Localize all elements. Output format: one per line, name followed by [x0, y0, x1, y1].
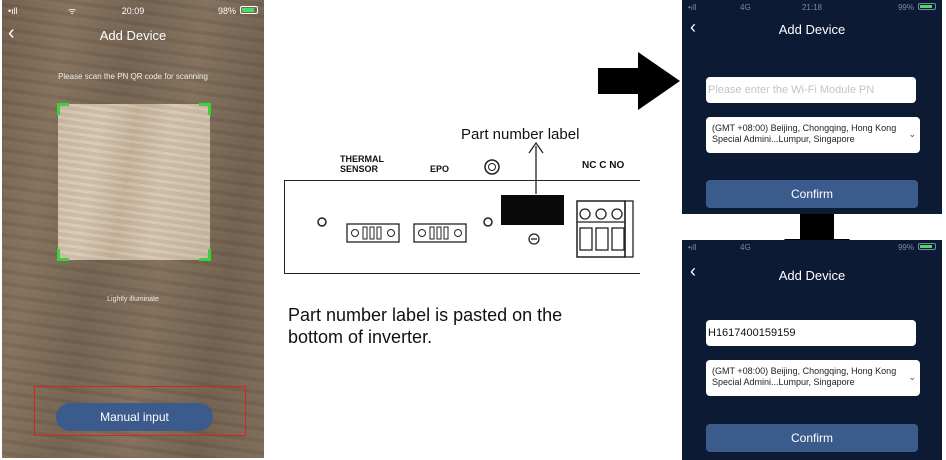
add-device-screen-empty: •ıll 4G 21:18 99% ‹ Add Device Please en…	[682, 0, 942, 214]
instruction-figure: •ıll ᯤ 20:09 98% ‹ Add Device Please sca…	[0, 0, 946, 460]
screw-hole-icon	[317, 217, 327, 227]
module-pn-input[interactable]: Please enter the Wi-Fi Module PN	[706, 77, 916, 103]
thermal-sensor-connector-icon	[346, 223, 400, 243]
diagram-caption: Part number label is pasted on the botto…	[288, 305, 563, 347]
epo-connector-icon	[413, 223, 467, 243]
confirm-button[interactable]: Confirm	[706, 424, 918, 452]
signal-icon: •ıll	[688, 243, 697, 252]
battery-icon	[918, 243, 936, 250]
battery-icon	[918, 3, 936, 10]
chevron-down-icon: ⌄	[908, 129, 916, 139]
relay-terminal-block-icon	[576, 200, 634, 258]
arrow-right-icon	[598, 52, 680, 110]
page-title: Add Device	[778, 22, 846, 37]
status-bar: •ıll 4G 21:18 99%	[682, 0, 942, 14]
screw-hole-icon	[483, 217, 493, 227]
part-number-label-box	[501, 195, 564, 225]
network-type: 4G	[740, 243, 751, 252]
timezone-select[interactable]: (GMT +08:00) Beijing, Chongqing, Hong Ko…	[706, 360, 920, 396]
knob-icon	[484, 159, 500, 175]
battery-percent: 99%	[897, 3, 914, 12]
battery-percent: 99%	[897, 243, 914, 252]
add-device-screen-filled: •ıll 4G 99% ‹ Add Device H1617400159159 …	[682, 240, 942, 460]
timezone-select[interactable]: (GMT +08:00) Beijing, Chongqing, Hong Ko…	[706, 117, 920, 153]
screw-icon	[528, 233, 540, 245]
timezone-value: (GMT +08:00) Beijing, Chongqing, Hong Ko…	[712, 366, 897, 387]
pointer-arrow-icon	[528, 141, 544, 194]
status-bar: •ıll 4G 99%	[682, 240, 942, 254]
timezone-value: (GMT +08:00) Beijing, Chongqing, Hong Ko…	[712, 123, 897, 144]
page-title: Add Device	[778, 268, 846, 283]
confirm-button[interactable]: Confirm	[706, 180, 918, 208]
chevron-down-icon: ⌄	[908, 372, 916, 382]
module-pn-input[interactable]: H1617400159159	[706, 320, 916, 346]
